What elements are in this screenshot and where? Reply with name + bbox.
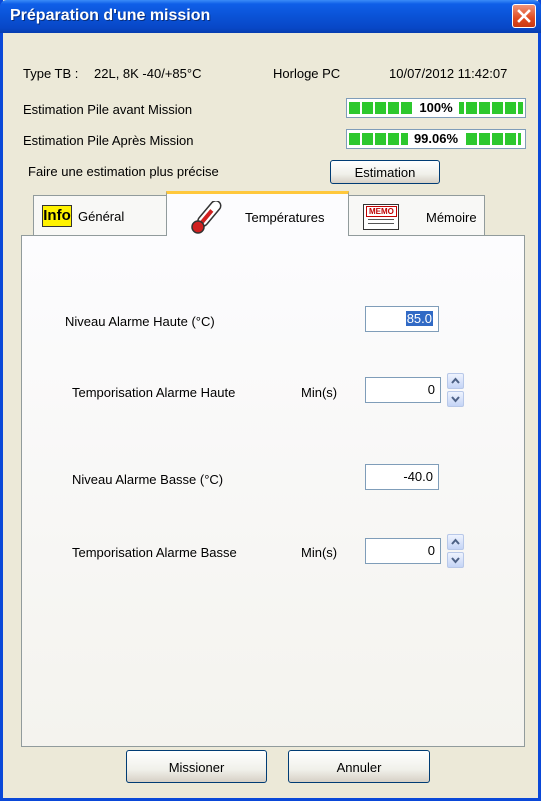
type-label: Type TB : — [23, 66, 79, 81]
battery-before-bar: 100% — [346, 98, 526, 118]
cancel-button[interactable]: Annuler — [288, 750, 430, 783]
thermometer-icon — [191, 201, 222, 234]
high-level-input[interactable]: 85.0 — [365, 306, 439, 332]
low-delay-input[interactable]: 0 — [365, 538, 441, 564]
high-delay-input[interactable]: 0 — [365, 377, 441, 403]
low-level-label: Niveau Alarme Basse (°C) — [72, 472, 224, 487]
estimate-label: Faire une estimation plus précise — [28, 164, 219, 179]
close-icon — [517, 9, 531, 23]
missioner-button[interactable]: Missioner — [126, 750, 267, 783]
battery-before-label: Estimation Pile avant Mission — [23, 102, 193, 117]
high-delay-label: Temporisation Alarme Haute — [72, 385, 236, 400]
window-title: Préparation d'une mission — [10, 7, 211, 24]
memo-icon: MEMO — [363, 204, 399, 230]
type-value: 22L, 8K -40/+85°C — [94, 66, 202, 81]
low-delay-unit: Min(s) — [301, 545, 338, 560]
chevron-up-icon — [451, 538, 460, 545]
chevron-down-icon — [451, 557, 460, 564]
battery-before-value: 100% — [413, 100, 459, 115]
tab-general-label: Général — [78, 209, 125, 224]
low-level-input[interactable]: -40.0 — [365, 464, 439, 490]
estimation-button[interactable]: Estimation — [330, 160, 440, 184]
tab-temperatures[interactable]: Températures — [166, 191, 349, 236]
tab-memoire-label: Mémoire — [426, 210, 477, 225]
close-button[interactable] — [512, 4, 536, 28]
tab-panel-temperatures: Niveau Alarme Haute (°C) 85.0 Temporisat… — [21, 235, 525, 747]
tab-general[interactable]: Info Général — [33, 195, 167, 236]
low-delay-spinner[interactable] — [447, 534, 464, 568]
chevron-down-icon — [451, 396, 460, 403]
high-delay-spinner[interactable] — [447, 373, 464, 407]
mission-dialog: Préparation d'une mission Type TB : 22L,… — [0, 0, 541, 801]
tab-memoire[interactable]: MEMO Mémoire — [348, 195, 485, 236]
clock-value: 10/07/2012 11:42:07 — [389, 66, 508, 81]
high-level-value: 85.0 — [405, 311, 433, 326]
tab-temperatures-label: Températures — [245, 210, 325, 225]
title-bar: Préparation d'une mission — [0, 0, 541, 33]
spin-down-button[interactable] — [447, 552, 464, 568]
clock-label: Horloge PC — [273, 66, 341, 81]
chevron-up-icon — [451, 377, 460, 384]
high-delay-unit: Min(s) — [301, 385, 338, 400]
spin-up-button[interactable] — [447, 534, 464, 550]
low-delay-label: Temporisation Alarme Basse — [72, 545, 237, 560]
battery-after-label: Estimation Pile Après Mission — [23, 133, 194, 148]
spin-up-button[interactable] — [447, 373, 464, 389]
spin-down-button[interactable] — [447, 391, 464, 407]
battery-after-value: 99.06% — [407, 131, 465, 146]
info-icon: Info — [42, 205, 72, 227]
battery-after-bar: 99.06% — [346, 129, 526, 149]
high-level-label: Niveau Alarme Haute (°C) — [65, 314, 215, 329]
